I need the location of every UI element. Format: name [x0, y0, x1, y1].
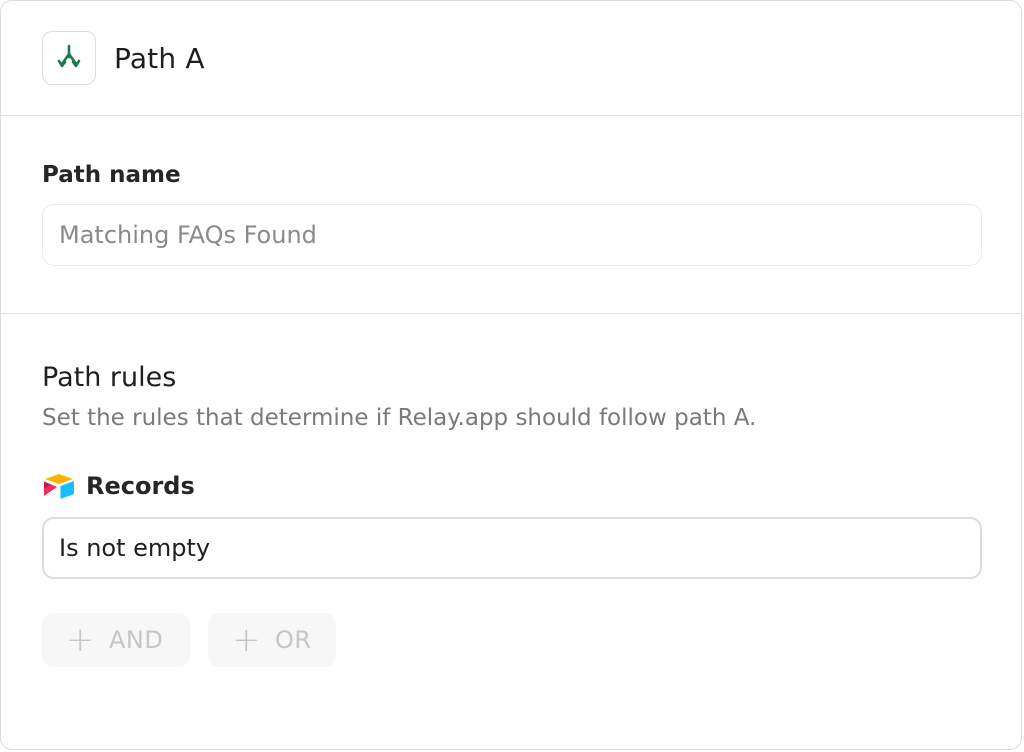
path-panel: Path A Path name Matching FAQs Found Pat…	[0, 0, 1022, 750]
airtable-icon	[42, 471, 76, 501]
add-or-label: OR	[275, 626, 312, 654]
path-rules-description: Set the rules that determine if Relay.ap…	[42, 405, 757, 431]
records-field-label: Records	[86, 472, 195, 500]
plus-icon: +	[66, 620, 95, 660]
path-rules-title: Path rules	[42, 362, 177, 393]
add-and-button[interactable]: + AND	[42, 613, 190, 667]
plus-icon: +	[232, 620, 261, 660]
path-rules-section: Path rules Set the rules that determine …	[1, 314, 1021, 667]
rule-actions: + AND + OR	[42, 613, 980, 667]
path-name-input[interactable]: Matching FAQs Found	[42, 204, 982, 266]
path-name-label: Path name	[42, 162, 181, 188]
path-name-section: Path name Matching FAQs Found	[1, 116, 1021, 314]
page-title: Path A	[114, 41, 205, 75]
add-and-label: AND	[109, 626, 164, 654]
add-or-button[interactable]: + OR	[208, 613, 336, 667]
panel-header: Path A	[1, 1, 1021, 116]
records-field-header: Records	[42, 471, 980, 501]
branch-split-icon	[42, 31, 96, 85]
condition-select[interactable]: Is not empty	[42, 517, 982, 579]
